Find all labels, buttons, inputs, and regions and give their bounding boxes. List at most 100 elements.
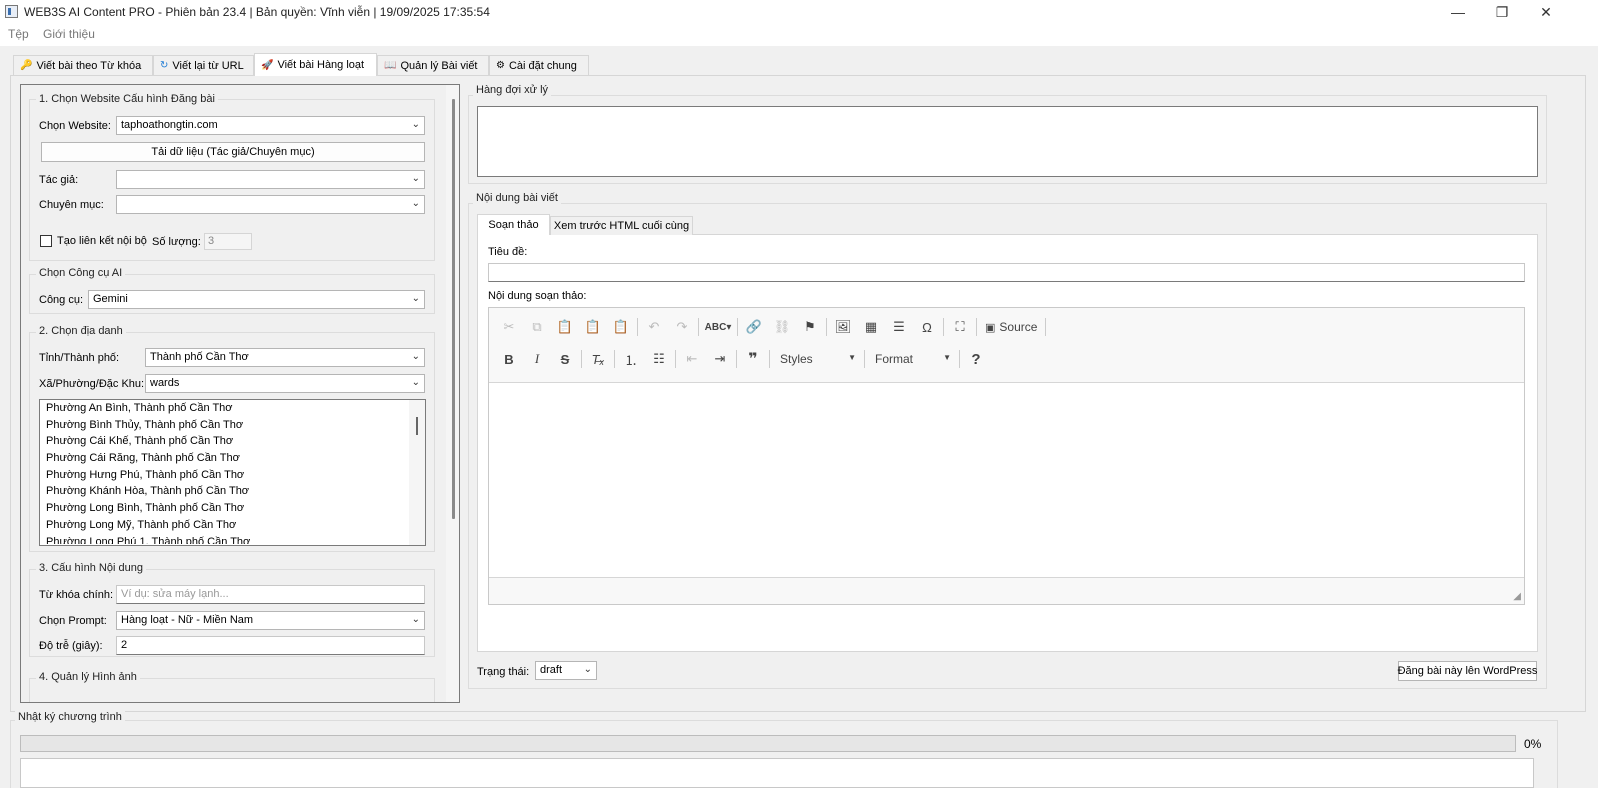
italic-icon[interactable]: I — [525, 347, 549, 371]
website-select[interactable]: taphoathongtin.com ⌄ — [116, 116, 425, 135]
cut-icon[interactable]: ✂ — [497, 315, 521, 339]
editor-toolbar-row-1: ✂ ⧉ 📋 📋 📋 ↶ ↷ ABC▾ 🔗 ⛓ ⚑ 🖼 ▦ ☰ Ω ⛶ ▣ Sour… — [497, 315, 1047, 339]
province-select[interactable]: Thành phố Cần Thơ ⌄ — [145, 348, 425, 367]
ai-tool-label: Công cụ: — [39, 294, 84, 306]
load-data-button[interactable]: Tải dữ liệu (Tác giả/Chuyên mục) — [41, 142, 425, 162]
ward-list[interactable]: Phường An Bình, Thành phố Cần Thơ Phường… — [39, 399, 426, 546]
list-item[interactable]: Phường Cái Răng, Thành phố Cần Thơ — [42, 452, 408, 469]
prompt-select[interactable]: Hàng loạt - Nữ - Miền Nam ⌄ — [116, 611, 425, 630]
list-item[interactable]: Phường Bình Thủy, Thành phố Cần Thơ — [42, 419, 408, 436]
special-char-icon[interactable]: Ω — [915, 315, 939, 339]
styles-dropdown[interactable]: Styles ▼ — [774, 348, 860, 370]
internal-link-checkbox[interactable] — [40, 235, 52, 247]
menu-about[interactable]: Giới thiệu — [43, 27, 95, 41]
tab-bulk-write[interactable]: 🚀 Viết bài Hàng loạt — [254, 53, 377, 76]
toolbar-separator — [698, 318, 699, 336]
close-button[interactable]: ✕ — [1524, 0, 1568, 24]
numbered-list-icon[interactable]: ⒈ — [619, 347, 643, 371]
tab-settings[interactable]: ⚙ Cài đặt chung — [489, 55, 589, 75]
chevron-down-icon: ⌄ — [411, 119, 420, 130]
resize-handle-icon[interactable]: ◢ — [1513, 591, 1521, 602]
tab-compose[interactable]: Soạn thảo — [477, 214, 550, 235]
toolbar-separator — [826, 318, 827, 336]
window-title: WEB3S AI Content PRO - Phiên bản 23.4 | … — [24, 5, 490, 19]
tab-write-by-keyword[interactable]: 🔑 Viết bài theo Từ khóa — [13, 55, 153, 75]
list-item[interactable]: Phường Long Phú 1, Thành phố Cần Thơ — [42, 536, 408, 545]
author-select[interactable]: ⌄ — [116, 170, 425, 189]
ward-list-scrollbar[interactable] — [409, 400, 425, 545]
post-title-input[interactable] — [488, 263, 1525, 282]
paste-text-icon[interactable]: 📋 — [581, 315, 605, 339]
progress-bar — [20, 735, 1516, 752]
scrollbar-thumb[interactable] — [452, 99, 455, 519]
refresh-icon: ↻ — [160, 60, 169, 71]
status-select-value: draft — [540, 664, 563, 676]
outdent-icon[interactable]: ⇤ — [680, 347, 704, 371]
link-icon[interactable]: 🔗 — [742, 315, 766, 339]
spellcheck-icon[interactable]: ABC▾ — [703, 315, 733, 339]
horizontal-line-icon[interactable]: ☰ — [887, 315, 911, 339]
log-output[interactable] — [20, 758, 1534, 788]
remove-format-icon[interactable]: T̶ₓ — [586, 347, 610, 371]
website-label: Chọn Website: — [39, 120, 111, 132]
toolbar-separator — [736, 350, 737, 368]
list-item[interactable]: Phường Cái Khế, Thành phố Cần Thơ — [42, 435, 408, 452]
maximize-editor-icon[interactable]: ⛶ — [948, 315, 972, 339]
blockquote-icon[interactable]: ❞ — [741, 347, 765, 371]
post-to-wordpress-button[interactable]: Đăng bài này lên WordPress — [1398, 661, 1537, 681]
anchor-flag-icon[interactable]: ⚑ — [798, 315, 822, 339]
ai-tool-group-title: Chọn Công cụ AI — [36, 267, 126, 279]
list-item[interactable]: Phường Khánh Hòa, Thành phố Cần Thơ — [42, 485, 408, 502]
quantity-input[interactable]: 3 — [204, 233, 252, 250]
title-bar: WEB3S AI Content PRO - Phiên bản 23.4 | … — [0, 0, 1598, 24]
internal-link-label[interactable]: Tạo liên kết nội bộ — [57, 235, 147, 247]
tab-label: Cài đặt chung — [508, 59, 577, 72]
table-icon[interactable]: ▦ — [859, 315, 883, 339]
ai-tool-select[interactable]: Gemini ⌄ — [88, 290, 425, 309]
strikethrough-icon[interactable]: S — [553, 347, 577, 371]
status-label: Trạng thái: — [477, 666, 530, 678]
left-panel-scrollbar[interactable] — [446, 85, 459, 702]
format-dropdown[interactable]: Format ▼ — [869, 348, 955, 370]
unlink-icon[interactable]: ⛓ — [770, 315, 794, 339]
paste-word-icon[interactable]: 📋 — [609, 315, 633, 339]
delay-input[interactable]: 2 — [116, 636, 425, 655]
image-icon[interactable]: 🖼 — [831, 315, 855, 339]
status-select[interactable]: draft ⌄ — [535, 661, 597, 680]
indent-icon[interactable]: ⇥ — [708, 347, 732, 371]
category-select[interactable]: ⌄ — [116, 195, 425, 214]
editor-content-area[interactable] — [489, 382, 1524, 578]
menu-file[interactable]: Tệp — [8, 27, 29, 41]
source-button[interactable]: ▣ Source — [981, 315, 1041, 339]
caret-down-icon: ▼ — [848, 353, 856, 362]
help-icon[interactable]: ? — [964, 347, 988, 371]
format-label: Format — [875, 352, 914, 366]
minimize-button[interactable]: — — [1436, 0, 1480, 24]
copy-icon[interactable]: ⧉ — [525, 315, 549, 339]
maximize-button[interactable]: ❐ — [1480, 0, 1524, 24]
styles-label: Styles — [780, 352, 813, 366]
paste-icon[interactable]: 📋 — [553, 315, 577, 339]
undo-icon[interactable]: ↶ — [642, 315, 666, 339]
bold-icon[interactable]: B — [497, 347, 521, 371]
keyword-input[interactable]: Ví dụ: sửa máy lạnh... — [116, 585, 425, 604]
ward-select[interactable]: wards ⌄ — [145, 374, 425, 393]
list-item[interactable]: Phường Long Mỹ, Thành phố Cần Thơ — [42, 519, 408, 536]
toolbar-separator — [959, 350, 960, 368]
tab-manage-posts[interactable]: 📖 Quản lý Bài viết — [377, 55, 489, 75]
list-item[interactable]: Phường Long Bình, Thành phố Cần Thơ — [42, 502, 408, 519]
list-item[interactable]: Phường Hưng Phú, Thành phố Cần Thơ — [42, 469, 408, 486]
scrollbar-thumb[interactable] — [416, 417, 418, 435]
chevron-down-icon: ⌄ — [411, 351, 420, 362]
tab-html-preview[interactable]: Xem trước HTML cuối cùng — [550, 216, 693, 235]
toolbar-separator — [769, 350, 770, 368]
province-label: Tỉnh/Thành phố: — [39, 352, 120, 364]
bulleted-list-icon[interactable]: ☷ — [647, 347, 671, 371]
redo-icon[interactable]: ↷ — [670, 315, 694, 339]
left-config-panel: 1. Chọn Website Cấu hình Đăng bài Chọn W… — [20, 84, 460, 703]
list-item[interactable]: Phường An Bình, Thành phố Cần Thơ — [42, 402, 408, 419]
queue-list[interactable] — [477, 106, 1538, 177]
chevron-down-icon: ⌄ — [583, 664, 592, 675]
caret-down-icon: ▼ — [943, 353, 951, 362]
tab-rewrite-url[interactable]: ↻ Viết lại từ URL — [153, 55, 254, 75]
